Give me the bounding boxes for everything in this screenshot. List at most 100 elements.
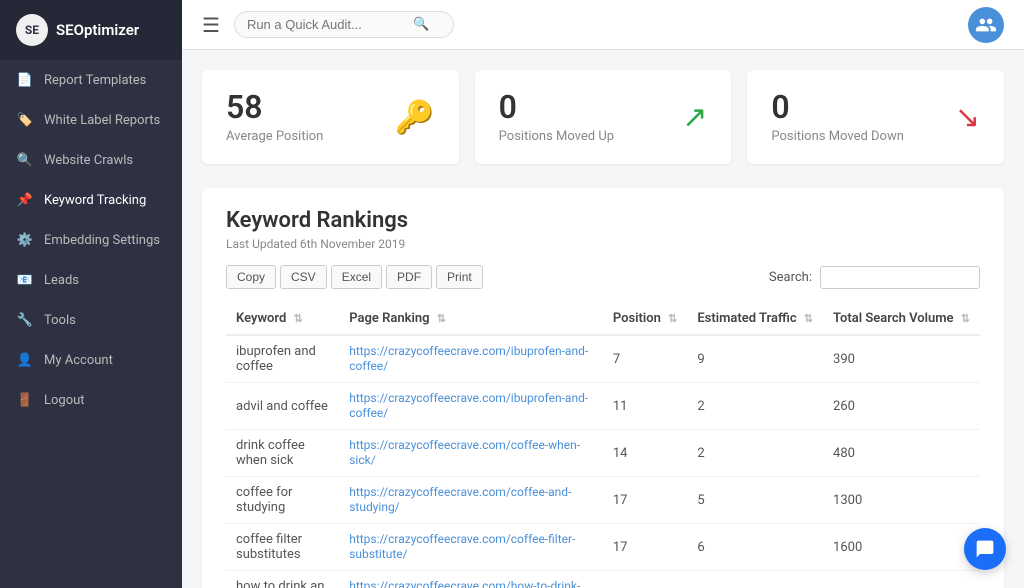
cell-traffic: 2 (687, 571, 823, 588)
col-header-keyword: Keyword ⇅ (226, 303, 339, 335)
export-excel-button[interactable]: Excel (331, 265, 382, 289)
sidebar-item-my-account[interactable]: 👤 My Account (0, 340, 182, 380)
logo-area: SE SEOptimizer (0, 0, 182, 60)
stat-info-positions-down: 0 Positions Moved Down (771, 90, 904, 144)
table-head: Keyword ⇅Page Ranking ⇅Position ⇅Estimat… (226, 303, 980, 335)
stat-number-avg-position: 58 (226, 90, 323, 125)
ranking-link[interactable]: https://crazycoffeecrave.com/ibuprofen-a… (349, 344, 588, 373)
embedding-settings-icon: ⚙️ (16, 231, 34, 249)
sort-icon-estimated-traffic[interactable]: ⇅ (804, 312, 813, 325)
ranking-link[interactable]: https://crazycoffeecrave.com/how-to-drin… (349, 579, 580, 588)
sort-icon-total-search-volume[interactable]: ⇅ (961, 312, 970, 325)
leads-icon: 📧 (16, 271, 34, 289)
search-label: Search: (769, 270, 812, 285)
cell-keyword: advil and coffee (226, 383, 339, 430)
cell-traffic: 5 (687, 477, 823, 524)
sidebar-item-report-templates[interactable]: 📄 Report Templates (0, 60, 182, 100)
cell-page-ranking: https://crazycoffeecrave.com/how-to-drin… (339, 571, 603, 588)
user-avatar[interactable] (968, 7, 1004, 43)
cell-keyword: ibuprofen and coffee (226, 335, 339, 383)
cell-volume: 480 (823, 430, 980, 477)
sidebar-item-embedding-settings[interactable]: ⚙️ Embedding Settings (0, 220, 182, 260)
cell-page-ranking: https://crazycoffeecrave.com/ibuprofen-a… (339, 335, 603, 383)
stat-label-avg-position: Average Position (226, 129, 323, 144)
sidebar-item-white-label-reports[interactable]: 🏷️ White Label Reports (0, 100, 182, 140)
cell-traffic: 2 (687, 430, 823, 477)
table-body: ibuprofen and coffee https://crazycoffee… (226, 335, 980, 588)
arrow-down-icon: ↘ (955, 100, 980, 135)
content-area: 58 Average Position 🔑 0 Positions Moved … (182, 50, 1024, 588)
cell-keyword: drink coffee when sick (226, 430, 339, 477)
col-header-total-search-volume: Total Search Volume ⇅ (823, 303, 980, 335)
keyword-table: Keyword ⇅Page Ranking ⇅Position ⇅Estimat… (226, 303, 980, 588)
export-csv-button[interactable]: CSV (280, 265, 327, 289)
sidebar-label-website-crawls: Website Crawls (44, 153, 133, 168)
stat-number-positions-down: 0 (771, 90, 904, 125)
key-icon: 🔑 (395, 98, 435, 136)
logo-icon: SE (16, 14, 48, 46)
sidebar-label-tools: Tools (44, 313, 76, 328)
stat-card-avg-position: 58 Average Position 🔑 (202, 70, 459, 164)
tools-icon: 🔧 (16, 311, 34, 329)
cell-page-ranking: https://crazycoffeecrave.com/coffee-and-… (339, 477, 603, 524)
sidebar-label-report-templates: Report Templates (44, 73, 146, 88)
export-print-button[interactable]: Print (436, 265, 483, 289)
logout-icon: 🚪 (16, 391, 34, 409)
sidebar-item-logout[interactable]: 🚪 Logout (0, 380, 182, 420)
ranking-link[interactable]: https://crazycoffeecrave.com/coffee-filt… (349, 532, 575, 561)
header-left: ☰ 🔍 (202, 11, 454, 38)
sort-icon-keyword[interactable]: ⇅ (294, 312, 303, 325)
search-input[interactable] (247, 17, 407, 32)
chat-bubble[interactable] (964, 528, 1006, 570)
report-templates-icon: 📄 (16, 71, 34, 89)
sidebar-item-keyword-tracking[interactable]: 📌 Keyword Tracking (0, 180, 182, 220)
table-search-control: Search: (769, 266, 980, 289)
white-label-reports-icon: 🏷️ (16, 111, 34, 129)
header: ☰ 🔍 (182, 0, 1024, 50)
website-crawls-icon: 🔍 (16, 151, 34, 169)
stat-info-positions-up: 0 Positions Moved Up (499, 90, 614, 144)
header-right (968, 7, 1004, 43)
hamburger-menu[interactable]: ☰ (202, 13, 220, 37)
stat-info-avg-position: 58 Average Position (226, 90, 323, 144)
sidebar-item-leads[interactable]: 📧 Leads (0, 260, 182, 300)
stat-number-positions-up: 0 (499, 90, 614, 125)
table-row: advil and coffee https://crazycoffeecrav… (226, 383, 980, 430)
sort-icon-page-ranking[interactable]: ⇅ (437, 312, 446, 325)
stat-label-positions-down: Positions Moved Down (771, 129, 904, 144)
ranking-link[interactable]: https://crazycoffeecrave.com/coffee-and-… (349, 485, 571, 514)
sidebar-label-my-account: My Account (44, 353, 113, 368)
main-area: ☰ 🔍 58 Average Position 🔑 0 Positions Mo… (182, 0, 1024, 588)
table-row: how to drink an espresso https://crazyco… (226, 571, 980, 588)
cell-volume: 1000 (823, 571, 980, 588)
cell-position: 14 (603, 430, 688, 477)
export-pdf-button[interactable]: PDF (386, 265, 432, 289)
sidebar-label-logout: Logout (44, 393, 85, 408)
cell-volume: 390 (823, 335, 980, 383)
sort-icon-position[interactable]: ⇅ (668, 312, 677, 325)
nav-list: 📄 Report Templates 🏷️ White Label Report… (0, 60, 182, 420)
sidebar-item-tools[interactable]: 🔧 Tools (0, 300, 182, 340)
sidebar-label-embedding-settings: Embedding Settings (44, 233, 160, 248)
sidebar-label-leads: Leads (44, 273, 79, 288)
cell-traffic: 2 (687, 383, 823, 430)
table-row: coffee filter substitutes https://crazyc… (226, 524, 980, 571)
sidebar-item-website-crawls[interactable]: 🔍 Website Crawls (0, 140, 182, 180)
cell-position: 17 (603, 524, 688, 571)
stat-card-positions-up: 0 Positions Moved Up ↗ (475, 70, 732, 164)
table-search-input[interactable] (820, 266, 980, 289)
ranking-link[interactable]: https://crazycoffeecrave.com/coffee-when… (349, 438, 580, 467)
sidebar-label-keyword-tracking: Keyword Tracking (44, 193, 146, 208)
table-controls: CopyCSVExcelPDFPrint Search: (226, 265, 980, 289)
cell-page-ranking: https://crazycoffeecrave.com/ibuprofen-a… (339, 383, 603, 430)
stat-cards: 58 Average Position 🔑 0 Positions Moved … (202, 70, 1004, 164)
export-copy-button[interactable]: Copy (226, 265, 276, 289)
rankings-subtitle: Last Updated 6th November 2019 (226, 237, 980, 251)
stat-card-positions-down: 0 Positions Moved Down ↘ (747, 70, 1004, 164)
cell-page-ranking: https://crazycoffeecrave.com/coffee-filt… (339, 524, 603, 571)
ranking-link[interactable]: https://crazycoffeecrave.com/ibuprofen-a… (349, 391, 588, 420)
cell-keyword: how to drink an espresso (226, 571, 339, 588)
col-header-estimated-traffic: Estimated Traffic ⇅ (687, 303, 823, 335)
cell-position: 17 (603, 477, 688, 524)
cell-keyword: coffee for studying (226, 477, 339, 524)
